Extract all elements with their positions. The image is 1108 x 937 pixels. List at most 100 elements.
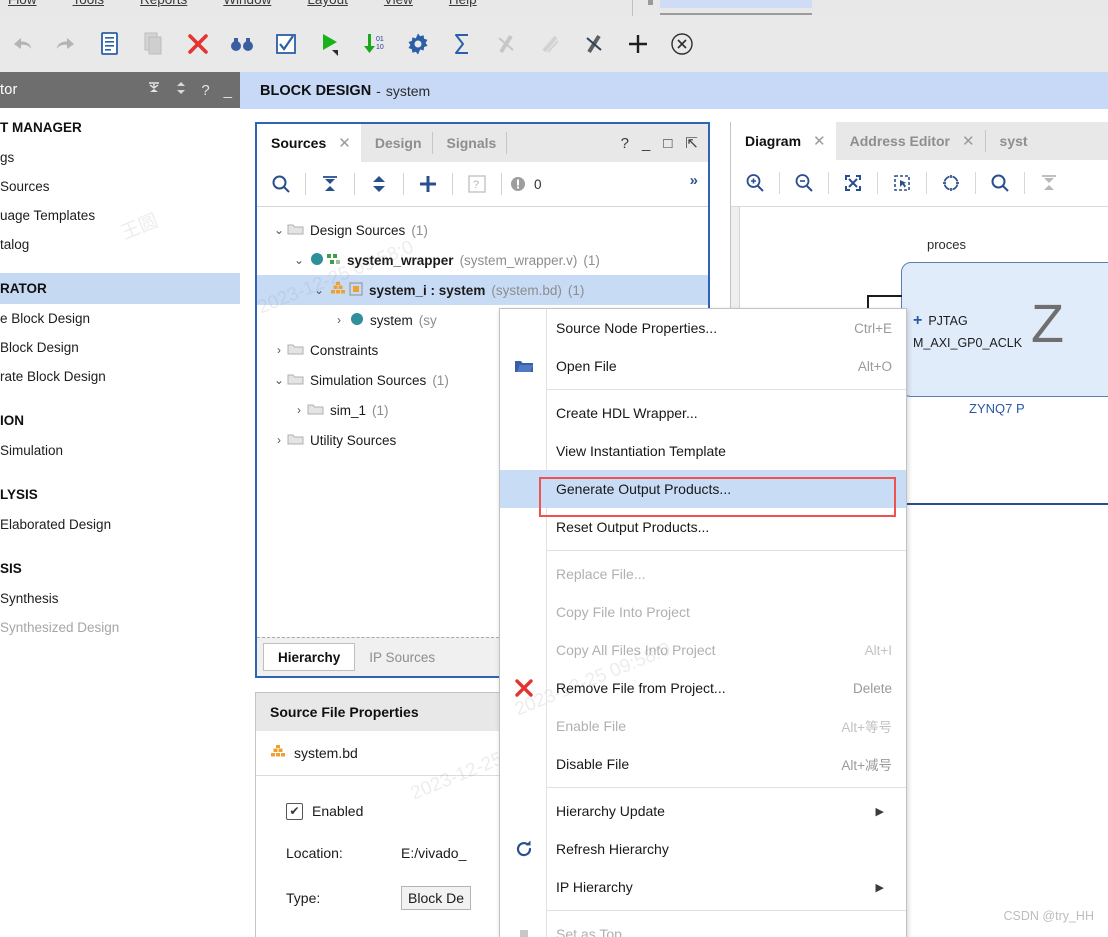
toolbar-divider	[452, 173, 453, 195]
binoculars-icon[interactable]	[226, 27, 258, 61]
menu-layout[interactable]: Layout	[307, 0, 348, 7]
collapse-all-icon[interactable]	[313, 174, 347, 194]
menu-help[interactable]: Help	[449, 0, 477, 7]
unmark-icon[interactable]	[578, 27, 610, 61]
close-icon[interactable]: ✕	[813, 132, 826, 150]
zoom-in-icon[interactable]	[739, 173, 771, 193]
expand-all-icon[interactable]	[362, 174, 396, 194]
quick-access-input[interactable]	[660, 0, 812, 8]
close-red-x-icon[interactable]	[182, 27, 214, 61]
sidebar-item-generate-block-design[interactable]: rate Block Design	[0, 362, 240, 391]
menu-item-disable-file[interactable]: Disable File Alt+减号	[500, 745, 906, 783]
menu-reports[interactable]: Reports	[140, 0, 187, 7]
menu-item-view-instantiation-template[interactable]: View Instantiation Template	[500, 432, 906, 470]
collapse-all-icon[interactable]	[1033, 173, 1065, 193]
tree-row-system-i[interactable]: ⌄ system_i : system (system.bd) (1)	[257, 275, 708, 305]
run-green-play-icon[interactable]	[314, 27, 346, 61]
tab-address-editor-label: Address Editor	[849, 133, 950, 149]
chevron-down-icon[interactable]: ⌄	[271, 223, 287, 237]
message-count-icon[interactable]: 0	[509, 175, 542, 193]
search-icon[interactable]	[984, 173, 1016, 193]
chevron-right-icon[interactable]: ›	[331, 313, 347, 327]
checkbox-icon[interactable]	[270, 27, 302, 61]
maximize-icon[interactable]: □	[663, 135, 672, 152]
tree-row-design-sources[interactable]: ⌄ Design Sources (1)	[257, 215, 708, 245]
sidebar-item-open-block-design[interactable]: Block Design	[0, 333, 240, 362]
minimize-icon[interactable]: _	[224, 82, 232, 99]
report-icon[interactable]	[94, 27, 126, 61]
tab-address-editor[interactable]: Address Editor ✕	[836, 122, 985, 160]
menu-item-hierarchy-update[interactable]: Hierarchy Update ▶	[500, 792, 906, 830]
menu-item-refresh-hierarchy[interactable]: Refresh Hierarchy	[500, 830, 906, 868]
chevron-down-icon[interactable]: ⌄	[311, 283, 327, 297]
undo-icon[interactable]	[6, 27, 38, 61]
tree-row-system-wrapper[interactable]: ⌄ system_wrapper (system_wrapper.v) (1)	[257, 245, 708, 275]
help-box-icon[interactable]: ?	[460, 175, 494, 193]
menu-window[interactable]: Window	[223, 0, 271, 7]
chevron-right-icon[interactable]: ›	[271, 343, 287, 357]
chevron-right-icon[interactable]: ›	[271, 433, 287, 447]
tab-sources[interactable]: Sources ✕	[257, 124, 361, 162]
menu-item-remove-file-from-project[interactable]: Remove File from Project... Delete	[500, 669, 906, 707]
menu-item-reset-output-products[interactable]: Reset Output Products...	[500, 508, 906, 546]
tab-system[interactable]: syst	[986, 122, 1038, 160]
sidebar-item-run-simulation[interactable]: Simulation	[0, 436, 240, 465]
toolbar-divider	[828, 172, 829, 194]
menu-flow[interactable]: Flow	[8, 0, 37, 7]
zoom-area-icon[interactable]	[886, 173, 918, 193]
plus-icon[interactable]	[622, 27, 654, 61]
checkbox-icon[interactable]: ✔	[286, 802, 303, 820]
block-design-label: BLOCK DESIGN	[260, 82, 372, 99]
tab-diagram[interactable]: Diagram ✕	[731, 122, 836, 160]
menu-item-source-node-properties[interactable]: Source Node Properties... Ctrl+E	[500, 309, 906, 347]
float-icon[interactable]: ⇱	[685, 134, 698, 152]
collapse-all-icon[interactable]	[147, 80, 161, 100]
zoom-fit-icon[interactable]	[837, 173, 869, 193]
tab-signals[interactable]: Signals	[433, 124, 507, 162]
port-m-axi-gp0-aclk[interactable]: M_AXI_GP0_ACLK	[913, 336, 1022, 350]
chevron-right-icon: ▶	[875, 805, 884, 818]
menu-item-open-file[interactable]: Open File Alt+O	[500, 347, 906, 385]
redo-icon[interactable]	[50, 27, 82, 61]
menu-item-ip-hierarchy[interactable]: IP Hierarchy ▶	[500, 868, 906, 906]
close-icon[interactable]: ✕	[338, 134, 351, 152]
menu-item-generate-output-products[interactable]: Generate Output Products...	[500, 470, 906, 508]
chevron-down-icon[interactable]: ⌄	[291, 253, 307, 267]
properties-file-name: system.bd	[294, 745, 358, 761]
help-icon[interactable]: ?	[621, 135, 629, 152]
menu-item-label: Open File	[556, 358, 617, 374]
sidebar-item-open-elaborated-design[interactable]: Elaborated Design	[0, 510, 240, 539]
menu-view[interactable]: View	[384, 0, 413, 7]
quick-access-underline	[660, 13, 812, 15]
sidebar-item-create-block-design[interactable]: e Block Design	[0, 304, 240, 333]
expand-icon[interactable]	[175, 80, 187, 100]
sidebar-item-run-synthesis[interactable]: Synthesis	[0, 584, 240, 613]
menu-tools[interactable]: Tools	[73, 0, 105, 7]
minimize-icon[interactable]: _	[642, 135, 650, 152]
expand-plus-icon[interactable]: +	[913, 312, 922, 330]
context-menu[interactable]: Source Node Properties... Ctrl+E Open Fi…	[499, 308, 907, 937]
gear-settings-icon[interactable]	[402, 27, 434, 61]
type-value[interactable]: Block De	[401, 885, 472, 910]
sidebar-item-ip-catalog[interactable]: talog	[0, 230, 240, 259]
circle-x-icon[interactable]	[666, 27, 698, 61]
tab-ip-sources[interactable]: IP Sources	[355, 644, 449, 670]
tab-hierarchy[interactable]: Hierarchy	[263, 643, 356, 671]
close-icon[interactable]: ✕	[962, 132, 975, 150]
port-pjtag[interactable]: + PJTAG	[913, 312, 1022, 330]
menu-item-create-hdl-wrapper[interactable]: Create HDL Wrapper...	[500, 394, 906, 432]
chevron-right-icon[interactable]: ›	[291, 403, 307, 417]
sigma-icon[interactable]	[446, 27, 478, 61]
zoom-out-icon[interactable]	[788, 173, 820, 193]
sidebar-item-add-sources[interactable]: Sources	[0, 172, 240, 201]
tab-design[interactable]: Design	[361, 124, 432, 162]
sidebar-item-settings[interactable]: gs	[0, 143, 240, 172]
help-icon[interactable]: ?	[201, 82, 209, 99]
search-icon[interactable]	[264, 174, 298, 194]
add-sources-plus-icon[interactable]	[411, 174, 445, 194]
program-download-icon[interactable]: 01 10	[358, 27, 390, 61]
sidebar-item-language-templates[interactable]: uage Templates	[0, 201, 240, 230]
overflow-chevron-icon[interactable]: »	[690, 172, 698, 189]
center-target-icon[interactable]	[935, 173, 967, 193]
chevron-down-icon[interactable]: ⌄	[271, 373, 287, 387]
